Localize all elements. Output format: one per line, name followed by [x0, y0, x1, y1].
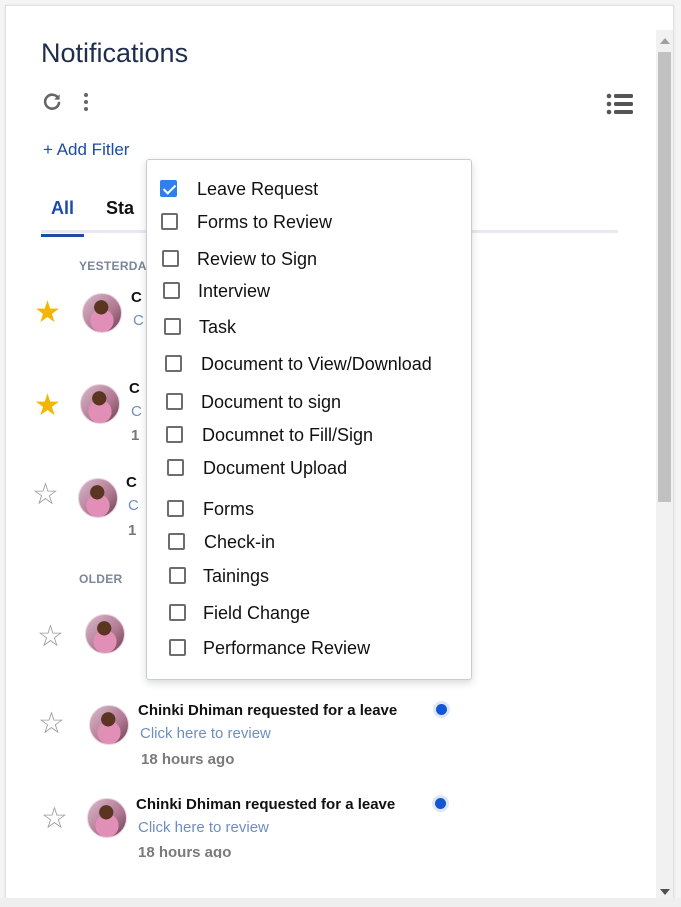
checkbox[interactable]: [166, 393, 183, 410]
list-view-icon[interactable]: [606, 93, 634, 119]
filter-option-label: Field Change: [203, 603, 311, 623]
filter-option-label: Performance Review: [203, 638, 371, 658]
filter-option-label: Check-in: [204, 532, 276, 552]
star-filled-icon[interactable]: ★: [34, 391, 61, 421]
notification-title: Chinki Dhiman requested for a leave: [136, 796, 396, 813]
filter-dropdown: Leave Request Forms to Review Review to …: [146, 159, 472, 680]
checkbox[interactable]: [167, 500, 184, 517]
avatar: [89, 705, 129, 745]
filter-option-trainings[interactable]: Tainings: [147, 562, 467, 592]
notification-link[interactable]: Click here to review: [140, 725, 271, 742]
filter-option-forms[interactable]: Forms: [147, 495, 467, 525]
notification-link[interactable]: C: [133, 312, 144, 329]
star-outline-icon[interactable]: ☆: [32, 480, 59, 510]
notification-time: 18 hours ago: [138, 844, 232, 858]
checkbox[interactable]: [164, 318, 181, 335]
refresh-icon[interactable]: [40, 90, 64, 118]
notifications-panel: Notifications + Add Fitler All Sta YESTE…: [5, 5, 674, 900]
notification-time: 1: [128, 522, 137, 539]
add-filter-button[interactable]: + Add Fitler: [43, 140, 129, 160]
filter-option-label: Document to sign: [201, 392, 342, 412]
section-older: OLDER: [79, 572, 123, 586]
unread-dot: [436, 704, 447, 715]
checkbox[interactable]: [168, 533, 185, 550]
filter-option-label: Forms to Review: [197, 212, 333, 232]
scrollbar[interactable]: [656, 30, 673, 899]
notification-title: C: [129, 380, 140, 397]
unread-dot: [435, 798, 446, 809]
checkbox[interactable]: [166, 426, 183, 443]
filter-option-label: Interview: [198, 281, 271, 301]
star-outline-icon[interactable]: ☆: [38, 709, 65, 739]
notification-time: 18 hours ago: [141, 751, 235, 768]
filter-option-label: Leave Request: [197, 179, 319, 199]
avatar: [87, 798, 127, 838]
tab-starred[interactable]: Sta: [106, 198, 134, 219]
checkbox[interactable]: [167, 459, 184, 476]
tab-all[interactable]: All: [40, 198, 85, 237]
checkbox[interactable]: [162, 250, 179, 267]
filter-option-task[interactable]: Task: [147, 313, 467, 343]
checkbox[interactable]: [169, 567, 186, 584]
filter-option-label: Review to Sign: [197, 249, 318, 269]
notification-link[interactable]: C: [128, 497, 139, 514]
filter-option-label: Documnet to Fill/Sign: [202, 425, 374, 445]
filter-option-label: Forms: [203, 499, 254, 519]
filter-option-label: Tainings: [203, 566, 270, 586]
scrollbar-thumb[interactable]: [658, 52, 671, 502]
filter-option-label: Document Upload: [203, 458, 348, 478]
filter-option-label: Task: [199, 317, 237, 337]
filter-option-review-to-sign[interactable]: Review to Sign: [147, 245, 467, 275]
section-yesterday: YESTERDA: [79, 259, 147, 273]
notification-title: C: [126, 474, 137, 491]
notification-title: Chinki Dhiman requested for a leave: [138, 702, 398, 719]
avatar: [85, 614, 125, 654]
notification-link[interactable]: C: [131, 403, 142, 420]
filter-option-forms-to-review[interactable]: Forms to Review: [147, 208, 467, 238]
filter-option-document-upload[interactable]: Document Upload: [147, 454, 467, 484]
notification-title: C: [131, 289, 142, 306]
more-vertical-icon[interactable]: [82, 92, 90, 116]
checkbox[interactable]: [169, 639, 186, 656]
checkbox[interactable]: [163, 282, 180, 299]
filter-option-leave-request[interactable]: Leave Request: [147, 175, 467, 205]
filter-option-label: Document to View/Download: [201, 354, 432, 374]
scroll-down-arrow-icon[interactable]: [660, 889, 670, 895]
star-outline-icon[interactable]: ☆: [41, 804, 68, 834]
checkbox[interactable]: [161, 213, 178, 230]
avatar: [78, 478, 118, 518]
notification-link[interactable]: Click here to review: [138, 819, 269, 836]
star-outline-icon[interactable]: ☆: [37, 622, 64, 652]
filter-option-field-change[interactable]: Field Change: [147, 599, 467, 629]
checkbox[interactable]: [169, 604, 186, 621]
avatar: [80, 384, 120, 424]
scroll-up-arrow-icon[interactable]: [660, 38, 670, 44]
notification-time: 1: [131, 427, 140, 444]
page-title: Notifications: [41, 38, 189, 68]
filter-option-document-to-sign[interactable]: Document to sign: [147, 388, 467, 418]
filter-option-performance-review[interactable]: Performance Review: [147, 634, 467, 664]
filter-option-document-to-view[interactable]: Document to View/Download: [147, 350, 467, 380]
star-filled-icon[interactable]: ★: [34, 298, 61, 328]
background-strip: [0, 898, 681, 907]
filter-option-interview[interactable]: Interview: [147, 277, 467, 307]
checkbox[interactable]: [165, 355, 182, 372]
avatar: [82, 293, 122, 333]
checkbox-checked[interactable]: [160, 180, 177, 197]
filter-option-check-in[interactable]: Check-in: [147, 528, 467, 558]
filter-option-document-to-fill-sign[interactable]: Documnet to Fill/Sign: [147, 421, 467, 451]
